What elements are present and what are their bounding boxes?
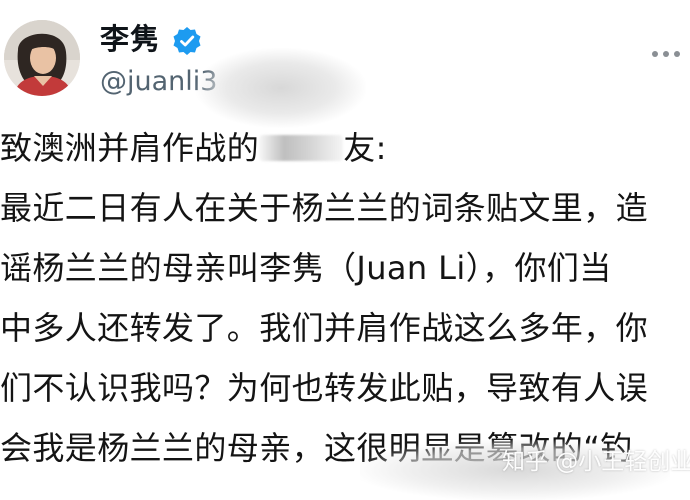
post-line: 谣杨兰兰的母亲叫李隽（Juan Li），你们当 <box>0 249 612 287</box>
avatar-photo <box>4 20 80 96</box>
post-line: 中多人还转发了。我们并肩作战这么多年，你 <box>0 309 649 347</box>
post-line: 们不认识我吗？为何也转发此贴，导致有人误 <box>0 369 649 407</box>
more-options-icon[interactable] <box>646 34 686 74</box>
post-header: 李隽 @juanli3 <box>0 0 690 128</box>
verified-badge-icon <box>173 27 201 55</box>
post-line: 致澳洲并肩作战的 友: <box>0 118 690 178</box>
display-name[interactable]: 李隽 <box>100 22 160 56</box>
watermark: 知乎 @小王轻创业 <box>502 449 690 475</box>
redaction-blur <box>196 48 366 128</box>
post-line: 最近二日有人在关于杨兰兰的词条贴文里，造 <box>0 189 649 227</box>
post-body: 致澳洲并肩作战的 友: 最近二日有人在关于杨兰兰的词条贴文里，造 谣杨兰兰的母亲叫… <box>0 118 690 478</box>
post-text: 友: <box>343 129 387 167</box>
post-text: 致澳洲并肩作战的 <box>0 129 260 167</box>
redacted-word <box>259 135 344 161</box>
avatar[interactable] <box>4 20 80 96</box>
